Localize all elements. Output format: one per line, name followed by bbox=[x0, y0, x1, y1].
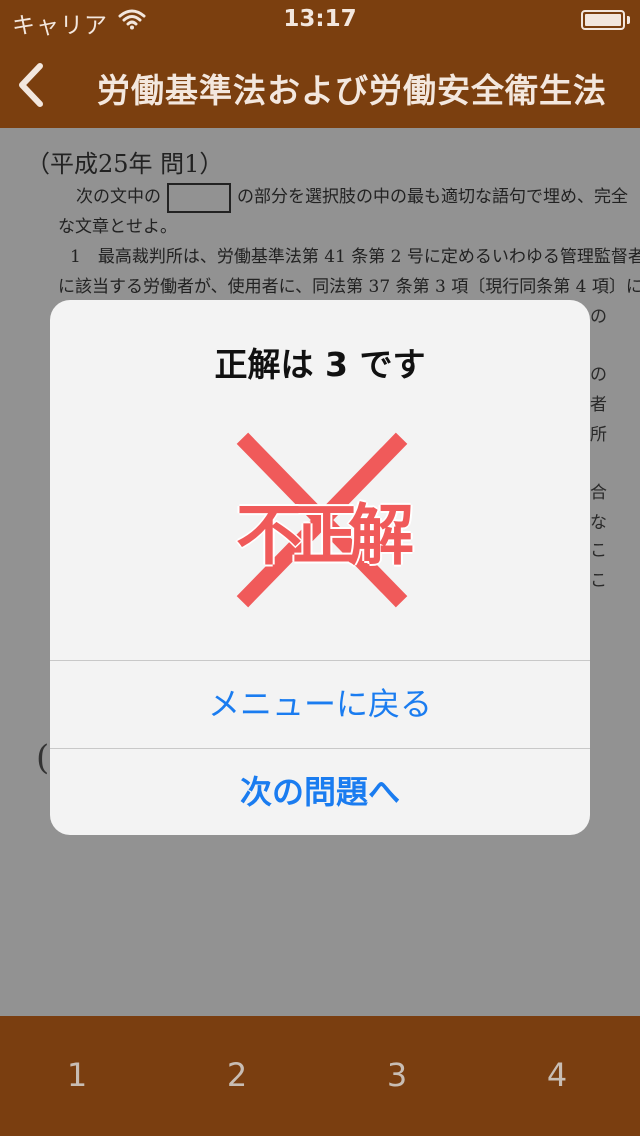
answer-tab-2[interactable]: 2 bbox=[197, 1056, 277, 1094]
chevron-left-icon[interactable] bbox=[14, 60, 50, 110]
battery-icon bbox=[581, 10, 625, 30]
status-bar: キャリア 13:17 bbox=[0, 0, 640, 40]
text-fragment: 者 bbox=[590, 395, 607, 415]
incorrect-stamp: 不正解 bbox=[230, 430, 414, 610]
text-fragment: こ bbox=[590, 541, 607, 561]
instruction-line2: な文章とせよ。 bbox=[58, 217, 177, 237]
instruction-pre: 次の文中の bbox=[76, 187, 161, 207]
blank-box-icon bbox=[167, 182, 231, 213]
text-fragment: な bbox=[590, 513, 607, 533]
answer-tab-bar: 1 2 3 4 bbox=[0, 1016, 640, 1136]
text-fragment: 所 bbox=[590, 425, 607, 445]
text-fragment: 合 bbox=[590, 483, 607, 503]
text-fragment: こ bbox=[590, 571, 607, 591]
item1-line2: に該当する労働者が、使用者に、同法第 37 条第 3 項〔現行同条第 4 項〕に bbox=[58, 277, 640, 297]
incorrect-label: 不正解 bbox=[236, 497, 414, 574]
alert-title: 正解は 3 です bbox=[214, 345, 426, 384]
text-fragment: の bbox=[590, 365, 607, 385]
answer-tab-1[interactable]: 1 bbox=[37, 1056, 117, 1094]
paren-fragment: ( bbox=[36, 738, 50, 778]
question-header: （平成25年 問1） bbox=[26, 150, 224, 178]
status-time: 13:17 bbox=[283, 6, 357, 32]
nav-title: 労働基準法および労働安全衛生法 bbox=[97, 71, 607, 110]
battery-level bbox=[585, 14, 621, 26]
item1-line1: 1 最高裁判所は、労働基準法第 41 条第 2 号に定めるいわゆる管理監督者 bbox=[70, 247, 640, 267]
text-fragment: の bbox=[590, 307, 607, 327]
answer-tab-4[interactable]: 4 bbox=[517, 1056, 597, 1094]
result-alert: 正解は 3 です 不正解 メニューに戻る 次の問題へ bbox=[50, 300, 590, 835]
top-bar: キャリア 13:17 労働基準法および労働安全衛生法 bbox=[0, 0, 640, 128]
answer-tab-3[interactable]: 3 bbox=[357, 1056, 437, 1094]
instruction-post: の部分を選択肢の中の最も適切な語句で埋め、完全 bbox=[237, 187, 628, 207]
back-to-menu-button[interactable]: メニューに戻る bbox=[50, 661, 590, 748]
instruction-line: 次の文中の の部分を選択肢の中の最も適切な語句で埋め、完全 bbox=[76, 182, 628, 213]
next-question-button[interactable]: 次の問題へ bbox=[50, 749, 590, 835]
battery-tip bbox=[627, 16, 630, 24]
